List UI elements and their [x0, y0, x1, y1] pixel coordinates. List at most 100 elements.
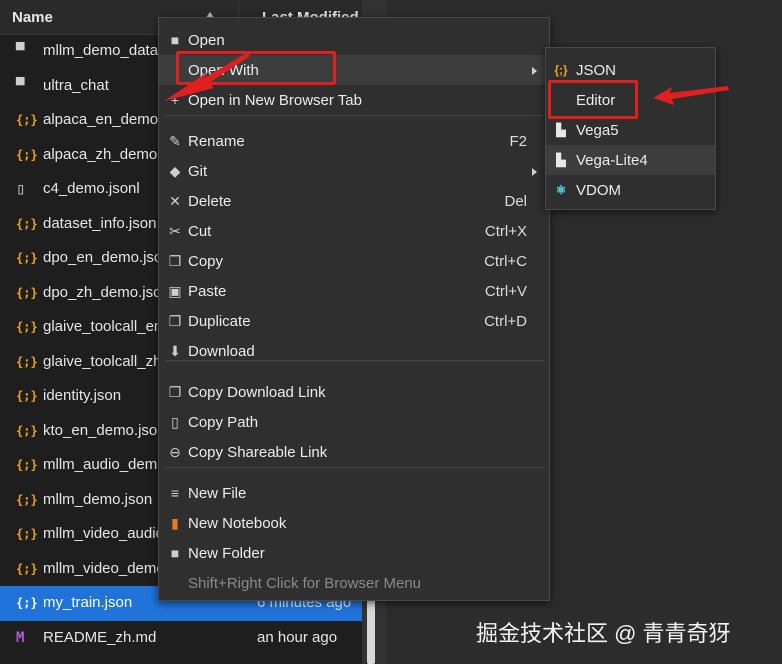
json-file-icon: {;}: [16, 596, 38, 610]
menu-item-shortcut: Ctrl+D: [484, 313, 527, 330]
folder-icon: ▀: [16, 43, 25, 59]
menu-item-label: New File: [188, 485, 247, 502]
menu-copy-download-link[interactable]: ❐ Copy Download Link: [159, 377, 549, 407]
menu-item-shortcut: Ctrl+C: [484, 253, 527, 270]
menu-separator: [165, 467, 545, 468]
file-name: my_train.json: [43, 594, 133, 611]
menu-item-shortcut: Ctrl+X: [484, 223, 527, 240]
paste-icon: ▣: [168, 283, 182, 299]
menu-item-label: Shift+Right Click for Browser Menu: [188, 575, 421, 592]
file-name: dpo_en_demo.json: [43, 249, 171, 266]
submenu-vdom[interactable]: ⚛ VDOM: [546, 175, 715, 205]
menu-download[interactable]: ⬇ Download: [159, 336, 549, 366]
menu-browser-menu-hint: Shift+Right Click for Browser Menu: [159, 568, 549, 598]
file-name: c4_demo.jsonl: [43, 180, 140, 197]
submenu-item-label: Vega5: [576, 122, 619, 139]
json-file-icon: {;}: [16, 527, 38, 541]
submenu-item-label: JSON: [576, 62, 617, 79]
menu-new-folder[interactable]: ■ New Folder: [159, 538, 549, 568]
vega-icon: ▙: [556, 123, 566, 137]
text-file-icon: ≡: [170, 485, 180, 501]
menu-item-label: Paste: [188, 283, 227, 300]
menu-item-shortcut: F2: [509, 133, 527, 150]
json-file-icon: {;}: [16, 285, 38, 300]
json-file-icon: {;}: [16, 423, 38, 438]
json-file-icon: {;}: [16, 147, 38, 162]
json-file-icon: {;}: [16, 561, 38, 576]
react-icon: ⚛: [555, 183, 567, 197]
menu-separator: [165, 115, 545, 116]
json-icon: {;}: [554, 63, 568, 77]
notebook-icon: ▮: [171, 515, 179, 531]
plus-icon: +: [170, 92, 180, 108]
context-menu: ■ Open Open With + Open in New Browser Tab ✎ R…: [158, 17, 550, 601]
menu-copy[interactable]: ❐ Copy Ctrl+C: [159, 246, 549, 276]
menu-item-shortcut: Del: [504, 193, 527, 210]
menu-item-label: Copy: [188, 253, 224, 270]
json-file-icon: {;}: [16, 492, 38, 507]
json-file-icon: {;}: [16, 216, 38, 231]
submenu-vega5[interactable]: ▙ Vega5: [546, 115, 715, 145]
highlight-editor: [548, 80, 638, 119]
menu-open-new-tab[interactable]: + Open in New Browser Tab: [159, 85, 549, 115]
file-row[interactable]: M README_zh.md an hour ago: [0, 621, 362, 656]
file-modified: an hour ago: [257, 628, 338, 646]
markdown-file-icon: M: [16, 629, 25, 646]
submenu-item-label: VDOM: [576, 182, 621, 199]
menu-item-label: Download: [188, 343, 255, 360]
new-folder-icon: ■: [170, 545, 180, 561]
menu-cut[interactable]: ✂ Cut Ctrl+X: [159, 216, 549, 246]
file-name: ultra_chat: [43, 76, 109, 94]
file-icon: ▯: [16, 179, 26, 198]
menu-item-label: Copy Path: [188, 414, 259, 431]
file-name: mllm_demo.json: [43, 490, 153, 508]
submenu-vega-lite4[interactable]: ▙ Vega-Lite4: [546, 145, 715, 175]
file-name: dataset_info.json: [43, 214, 157, 232]
menu-item-label: Copy Shareable Link: [188, 444, 328, 461]
column-header-name[interactable]: Name: [12, 9, 53, 26]
json-file-icon: {;}: [16, 251, 38, 265]
menu-duplicate[interactable]: ❐ Duplicate Ctrl+D: [159, 306, 549, 336]
menu-item-label: Duplicate: [188, 313, 251, 330]
close-icon: ✕: [169, 193, 181, 209]
watermark-text: 掘金技术社区 @ 青青奇犽: [476, 621, 731, 646]
scissors-icon: ✂: [169, 223, 181, 239]
menu-item-shortcut: Ctrl+V: [484, 283, 527, 300]
file-name: dpo_zh_demo.json: [43, 283, 170, 301]
menu-item-label: Git: [188, 163, 208, 180]
menu-item-label: Cut: [188, 223, 212, 240]
file-name: README_zh.md: [43, 628, 157, 646]
menu-new-notebook[interactable]: ▮ New Notebook: [159, 508, 549, 538]
json-file-icon: {;}: [16, 458, 38, 472]
json-file-icon: {;}: [16, 389, 38, 403]
copy-icon: ❐: [168, 384, 182, 400]
open-with-submenu: {;} JSON Editor ▙ Vega5 ▙ Vega-Lite4 ⚛ VDOM: [545, 47, 716, 210]
menu-paste[interactable]: ▣ Paste Ctrl+V: [159, 276, 549, 306]
menu-new-file[interactable]: ≡ New File: [159, 478, 549, 508]
file-name: mllm_demo_data: [43, 42, 159, 59]
menu-item-label: New Notebook: [188, 515, 287, 532]
menu-git[interactable]: ◆ Git: [159, 156, 549, 186]
file-name: identity.json: [43, 387, 122, 404]
json-file-icon: {;}: [16, 354, 38, 369]
menu-item-label: Rename: [188, 133, 245, 150]
menu-copy-path[interactable]: ▯ Copy Path: [159, 407, 549, 437]
duplicate-icon: ❐: [168, 313, 182, 329]
submenu-item-label: Vega-Lite4: [576, 152, 648, 169]
menu-delete[interactable]: ✕ Delete Del: [159, 186, 549, 216]
copy-icon: ❐: [168, 253, 182, 269]
vega-icon: ▙: [556, 153, 566, 167]
download-icon: ⬇: [169, 343, 181, 359]
file-icon: ▯: [171, 414, 179, 430]
menu-item-label: Copy Download Link: [188, 384, 326, 401]
folder-icon: ■: [170, 32, 180, 48]
menu-item-label: Delete: [188, 193, 232, 210]
folder-icon: ▀: [16, 77, 25, 94]
menu-item-label: Open: [188, 32, 225, 49]
menu-item-label: New Folder: [188, 545, 265, 562]
menu-copy-shareable-link[interactable]: ⊖ Copy Shareable Link: [159, 437, 549, 467]
link-icon: ⊖: [169, 444, 181, 460]
menu-rename[interactable]: ✎ Rename F2: [159, 126, 549, 156]
json-file-icon: {;}: [16, 113, 38, 127]
pencil-icon: ✎: [169, 133, 181, 149]
